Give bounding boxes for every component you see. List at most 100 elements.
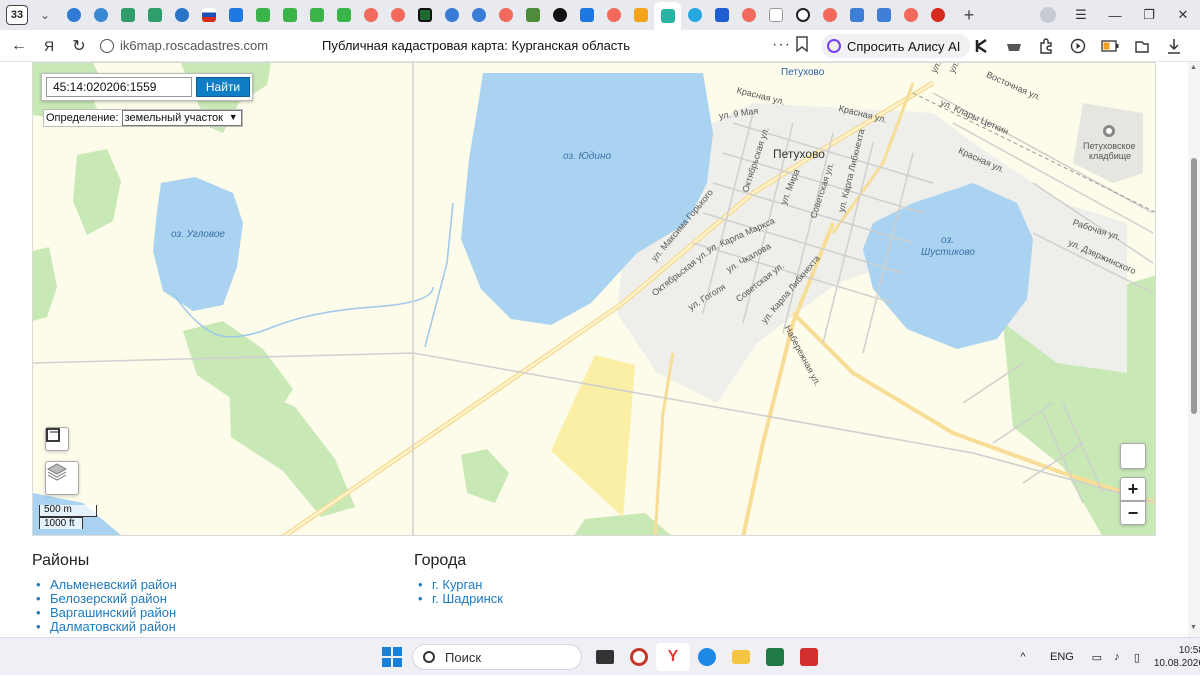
tab-31[interactable] bbox=[870, 2, 897, 28]
district-link[interactable]: Белозерский район bbox=[32, 592, 177, 607]
share-icon[interactable] bbox=[1126, 34, 1158, 58]
tab-18[interactable] bbox=[519, 2, 546, 28]
tab-21[interactable] bbox=[600, 2, 627, 28]
back-arrow-icon[interactable]: ← bbox=[4, 31, 34, 61]
terminal-icon bbox=[596, 650, 614, 664]
tab-27[interactable] bbox=[762, 2, 789, 28]
tab-2[interactable] bbox=[87, 2, 114, 28]
tab-favicon-icon bbox=[201, 8, 216, 22]
district-link[interactable]: Далматовский район bbox=[32, 620, 177, 635]
tab-28[interactable] bbox=[789, 2, 816, 28]
tab-17[interactable] bbox=[492, 2, 519, 28]
tab-33[interactable] bbox=[924, 2, 951, 28]
tab-29[interactable] bbox=[816, 2, 843, 28]
scroll-down-icon[interactable]: ▼ bbox=[1190, 624, 1197, 631]
city-link[interactable]: г. Курган bbox=[414, 578, 503, 593]
browser-menu-icon[interactable]: ☰ bbox=[1064, 0, 1098, 30]
tab-8[interactable] bbox=[249, 2, 276, 28]
tab-26[interactable] bbox=[735, 2, 762, 28]
volume-icon[interactable]: ♪ bbox=[1108, 650, 1126, 664]
url-domain[interactable]: ik6map.roscadastres.com bbox=[120, 38, 268, 53]
district-link[interactable]: Альменевский район bbox=[32, 578, 177, 593]
tab-favicon-icon bbox=[417, 8, 432, 22]
extension-k-icon[interactable] bbox=[966, 34, 998, 58]
system-tray: ^ ENG ▭ ♪ ▯ 10:58 10.08.2026 bbox=[1014, 638, 1200, 676]
cadastral-number-input[interactable] bbox=[46, 77, 192, 97]
scroll-up-icon[interactable]: ▲ bbox=[1190, 64, 1197, 71]
tab-3[interactable] bbox=[114, 2, 141, 28]
battery-icon[interactable] bbox=[1094, 34, 1126, 58]
tab-32[interactable] bbox=[897, 2, 924, 28]
taskbar-app-ccleaner[interactable] bbox=[622, 643, 656, 671]
page-scrollbar[interactable]: ▲ ▼ bbox=[1188, 62, 1200, 637]
profile-avatar[interactable] bbox=[1040, 7, 1056, 23]
taskbar-search[interactable]: Поиск bbox=[412, 644, 582, 670]
taskbar-app-explorer[interactable] bbox=[724, 643, 758, 671]
tab-22[interactable] bbox=[627, 2, 654, 28]
tab-30[interactable] bbox=[843, 2, 870, 28]
display-icon[interactable]: ▭ bbox=[1088, 650, 1106, 664]
tab-13[interactable] bbox=[384, 2, 411, 28]
battery-tray-icon[interactable]: ▯ bbox=[1128, 650, 1146, 664]
minimize-icon[interactable]: — bbox=[1098, 0, 1132, 30]
tab-6[interactable] bbox=[195, 2, 222, 28]
extensions-puzzle-icon[interactable] bbox=[1030, 34, 1062, 58]
fullscreen-button[interactable] bbox=[45, 427, 69, 451]
definition-select[interactable]: земельный участок ▼ bbox=[121, 110, 242, 126]
cadastral-map[interactable]: оз. Юдино оз. Угловое оз. Шустиково Пету… bbox=[32, 62, 1156, 536]
tray-chevron-up-icon[interactable]: ^ bbox=[1014, 651, 1032, 663]
tab-1[interactable] bbox=[60, 2, 87, 28]
windows-start-icon[interactable] bbox=[382, 647, 402, 667]
bookmark-icon[interactable] bbox=[795, 36, 809, 52]
tab-25[interactable] bbox=[708, 2, 735, 28]
ccleaner-icon bbox=[630, 648, 648, 666]
tab-favicon-icon bbox=[93, 8, 108, 22]
taskbar-app-yandex-browser[interactable]: Y bbox=[656, 643, 690, 671]
tab-19[interactable] bbox=[546, 2, 573, 28]
tab-20[interactable] bbox=[573, 2, 600, 28]
tab-list-chevron-icon[interactable]: ⌄ bbox=[34, 4, 56, 26]
taskbar-app-terminal[interactable] bbox=[588, 643, 622, 671]
tab-4[interactable] bbox=[141, 2, 168, 28]
more-options-icon[interactable]: ··· bbox=[772, 36, 791, 54]
extension-hat-icon[interactable] bbox=[998, 34, 1030, 58]
layers-button[interactable] bbox=[45, 461, 79, 495]
clock[interactable]: 10:58 10.08.2026 bbox=[1154, 644, 1200, 670]
tab-11[interactable] bbox=[330, 2, 357, 28]
zoom-in-button[interactable]: + bbox=[1120, 477, 1146, 501]
tab-count-badge[interactable]: 33 bbox=[6, 5, 28, 25]
tab-15[interactable] bbox=[438, 2, 465, 28]
tab-14[interactable] bbox=[411, 2, 438, 28]
chevron-down-icon: ▼ bbox=[228, 112, 238, 122]
page-title: Публичная кадастровая карта: Курганская … bbox=[322, 38, 631, 53]
tab-10[interactable] bbox=[303, 2, 330, 28]
scroll-thumb[interactable] bbox=[1191, 158, 1197, 414]
restore-icon[interactable]: ❐ bbox=[1132, 0, 1166, 30]
tab-16[interactable] bbox=[465, 2, 492, 28]
yandex-logo-icon[interactable]: Я bbox=[34, 31, 64, 61]
city-link[interactable]: г. Шадринск bbox=[414, 592, 503, 607]
ask-alice-button[interactable]: Спросить Алису AI bbox=[821, 34, 971, 58]
tab-12[interactable] bbox=[357, 2, 384, 28]
district-link[interactable]: Варгашинский район bbox=[32, 606, 177, 621]
site-info-icon[interactable] bbox=[100, 38, 114, 53]
tab-5[interactable] bbox=[168, 2, 195, 28]
taskbar-app-pdf[interactable] bbox=[792, 643, 826, 671]
media-play-icon[interactable] bbox=[1062, 34, 1094, 58]
tab-24[interactable] bbox=[681, 2, 708, 28]
taskbar-app-excel[interactable] bbox=[758, 643, 792, 671]
tab-active-cadastral-map[interactable] bbox=[654, 2, 681, 30]
reload-icon[interactable]: ↻ bbox=[64, 31, 94, 61]
search-button[interactable]: Найти bbox=[196, 77, 250, 97]
map-tool-button[interactable] bbox=[1120, 443, 1146, 469]
tab-7[interactable] bbox=[222, 2, 249, 28]
tab-9[interactable] bbox=[276, 2, 303, 28]
tab-favicon-icon bbox=[714, 8, 729, 22]
tab-favicon-icon bbox=[390, 8, 405, 22]
taskbar-app-browser[interactable] bbox=[690, 643, 724, 671]
download-icon[interactable] bbox=[1158, 34, 1190, 58]
input-language[interactable]: ENG bbox=[1050, 651, 1074, 663]
new-tab-button[interactable]: + bbox=[957, 3, 981, 27]
zoom-out-button[interactable]: − bbox=[1120, 501, 1146, 525]
close-icon[interactable]: ✕ bbox=[1166, 0, 1200, 30]
